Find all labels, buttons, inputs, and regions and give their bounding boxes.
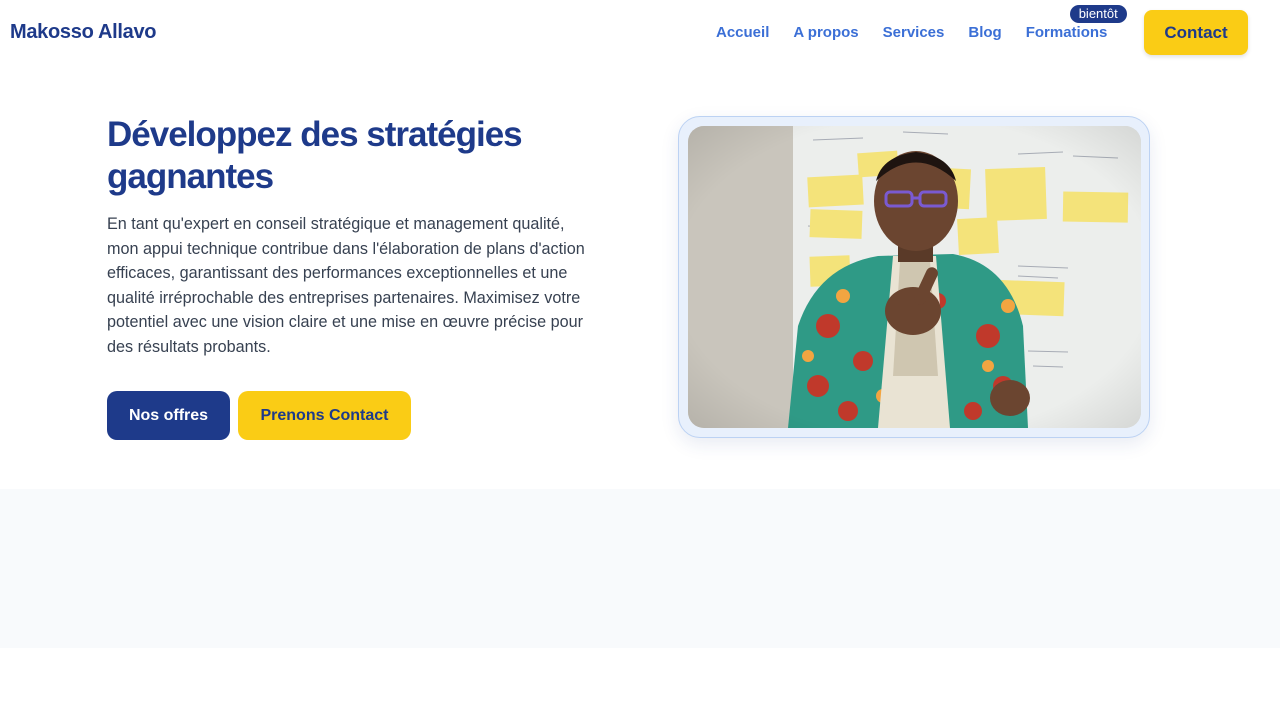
prenons-contact-button[interactable]: Prenons Contact bbox=[238, 391, 411, 440]
hero-description: En tant qu'expert en conseil stratégique… bbox=[107, 215, 585, 356]
brand-logo-text[interactable]: Makosso Allavo bbox=[10, 21, 157, 44]
hero-photo-frame bbox=[678, 116, 1150, 438]
portrait-photo bbox=[688, 126, 1141, 428]
nav-item-a-propos[interactable]: A propos bbox=[793, 24, 858, 41]
contact-button[interactable]: Contact bbox=[1144, 10, 1248, 55]
nos-offres-button[interactable]: Nos offres bbox=[107, 391, 230, 440]
hero-title: Développez des stratégies gagnantes bbox=[107, 115, 523, 196]
main-nav: Accueil A propos Services Blog Formation… bbox=[716, 5, 1131, 41]
nav-item-blog[interactable]: Blog bbox=[968, 24, 1001, 41]
nav-item-formations-label: Formations bbox=[1025, 24, 1108, 41]
site-header: Makosso Allavo Accueil A propos Services… bbox=[0, 0, 1280, 66]
nav-item-formations[interactable]: Formations bientôt bbox=[1025, 5, 1127, 41]
section-band bbox=[0, 489, 1280, 648]
portrait-illustration bbox=[688, 126, 1141, 428]
coming-soon-badge: bientôt bbox=[1069, 5, 1127, 23]
nav-item-services[interactable]: Services bbox=[883, 24, 945, 41]
nav-item-accueil[interactable]: Accueil bbox=[716, 24, 769, 41]
